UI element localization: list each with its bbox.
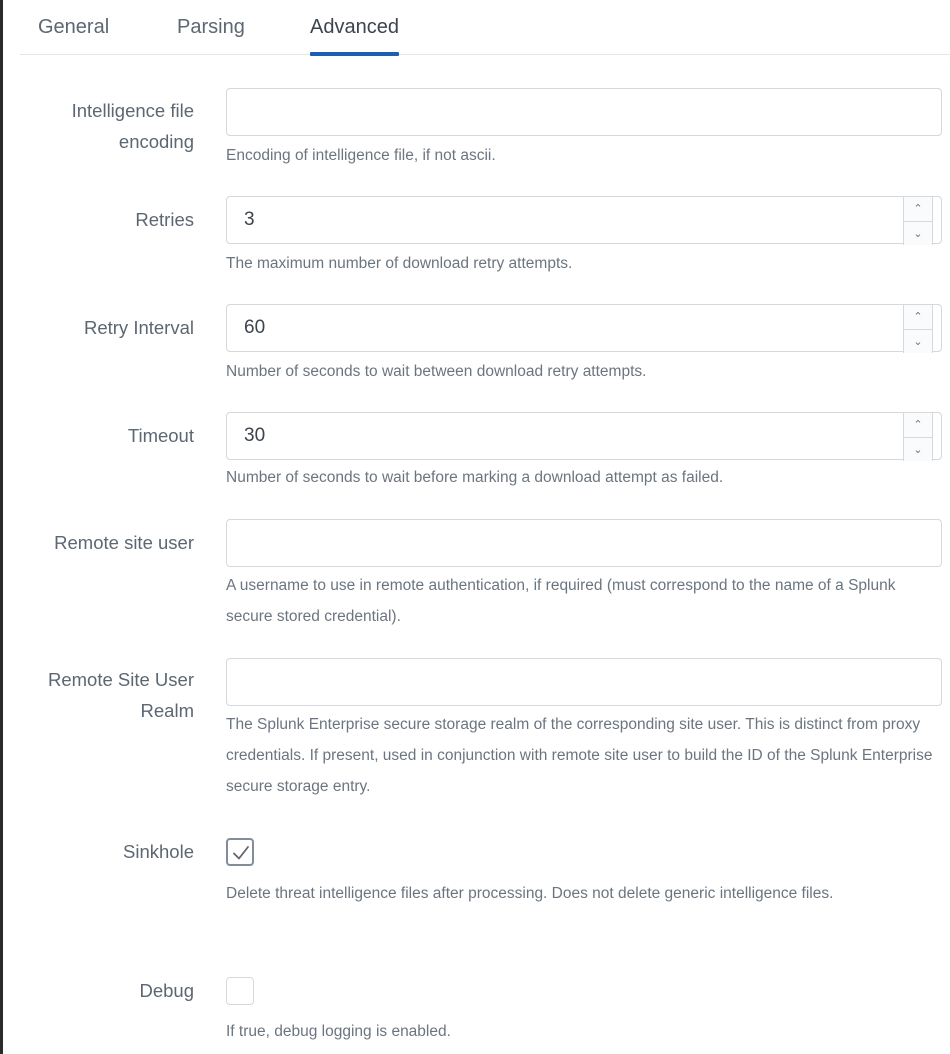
timeout-help: Number of seconds to wait before marking…: [226, 469, 724, 486]
encoding-label-line1: Intelligence file: [71, 100, 194, 121]
remote-site-user-help: A username to use in remote authenticati…: [226, 577, 896, 625]
encoding-help: Encoding of intelligence file, if not as…: [226, 147, 496, 164]
retries-help: The maximum number of download retry att…: [226, 255, 573, 272]
timeout-stepper: ⌃ ⌄: [903, 413, 933, 461]
tab-bar: General Parsing Advanced: [20, 0, 950, 56]
tab-advanced[interactable]: Advanced: [310, 16, 399, 56]
timeout-decrement-button[interactable]: ⌄: [904, 438, 932, 462]
retry-interval-value: 60: [244, 317, 266, 338]
encoding-label-line2: encoding: [118, 131, 194, 152]
encoding-label: Intelligence file encoding: [0, 95, 194, 157]
retries-label: Retries: [135, 209, 194, 230]
debug-label: Debug: [139, 980, 194, 1001]
checkmark-icon: [233, 846, 249, 860]
remote-site-user-realm-help: The Splunk Enterprise secure storage rea…: [226, 716, 933, 795]
retry-interval-decrement-button[interactable]: ⌄: [904, 330, 932, 354]
retry-interval-label: Retry Interval: [83, 317, 194, 338]
retry-interval-stepper: ⌃ ⌄: [903, 305, 933, 353]
sinkhole-help: Delete threat intelligence files after p…: [226, 885, 834, 902]
remote-site-user-realm-label-line2: Realm: [140, 700, 194, 721]
retries-stepper: ⌃ ⌄: [903, 197, 933, 245]
remote-site-user-realm-label: Remote Site User Realm: [0, 664, 194, 726]
debug-checkbox[interactable]: [226, 977, 254, 1005]
timeout-input[interactable]: 30 ⌃ ⌄: [226, 412, 942, 461]
remote-site-user-label: Remote site user: [54, 532, 194, 553]
sinkhole-label: Sinkhole: [123, 841, 194, 862]
retries-value: 3: [244, 209, 255, 230]
sinkhole-checkbox[interactable]: [226, 838, 254, 866]
debug-help: If true, debug logging is enabled.: [226, 1023, 451, 1040]
retries-decrement-button[interactable]: ⌄: [904, 222, 932, 246]
tab-parsing[interactable]: Parsing: [177, 16, 245, 54]
tab-general[interactable]: General: [38, 16, 109, 54]
retry-interval-help: Number of seconds to wait between downlo…: [226, 363, 647, 380]
encoding-input[interactable]: [226, 88, 942, 136]
remote-site-user-realm-input[interactable]: [226, 658, 942, 706]
timeout-value: 30: [244, 425, 266, 446]
remote-site-user-input[interactable]: [226, 519, 942, 567]
timeout-label: Timeout: [127, 425, 194, 446]
retries-input[interactable]: 3 ⌃ ⌄: [226, 196, 942, 245]
retry-interval-input[interactable]: 60 ⌃ ⌄: [226, 304, 942, 353]
remote-site-user-realm-label-line1: Remote Site User: [48, 669, 194, 690]
